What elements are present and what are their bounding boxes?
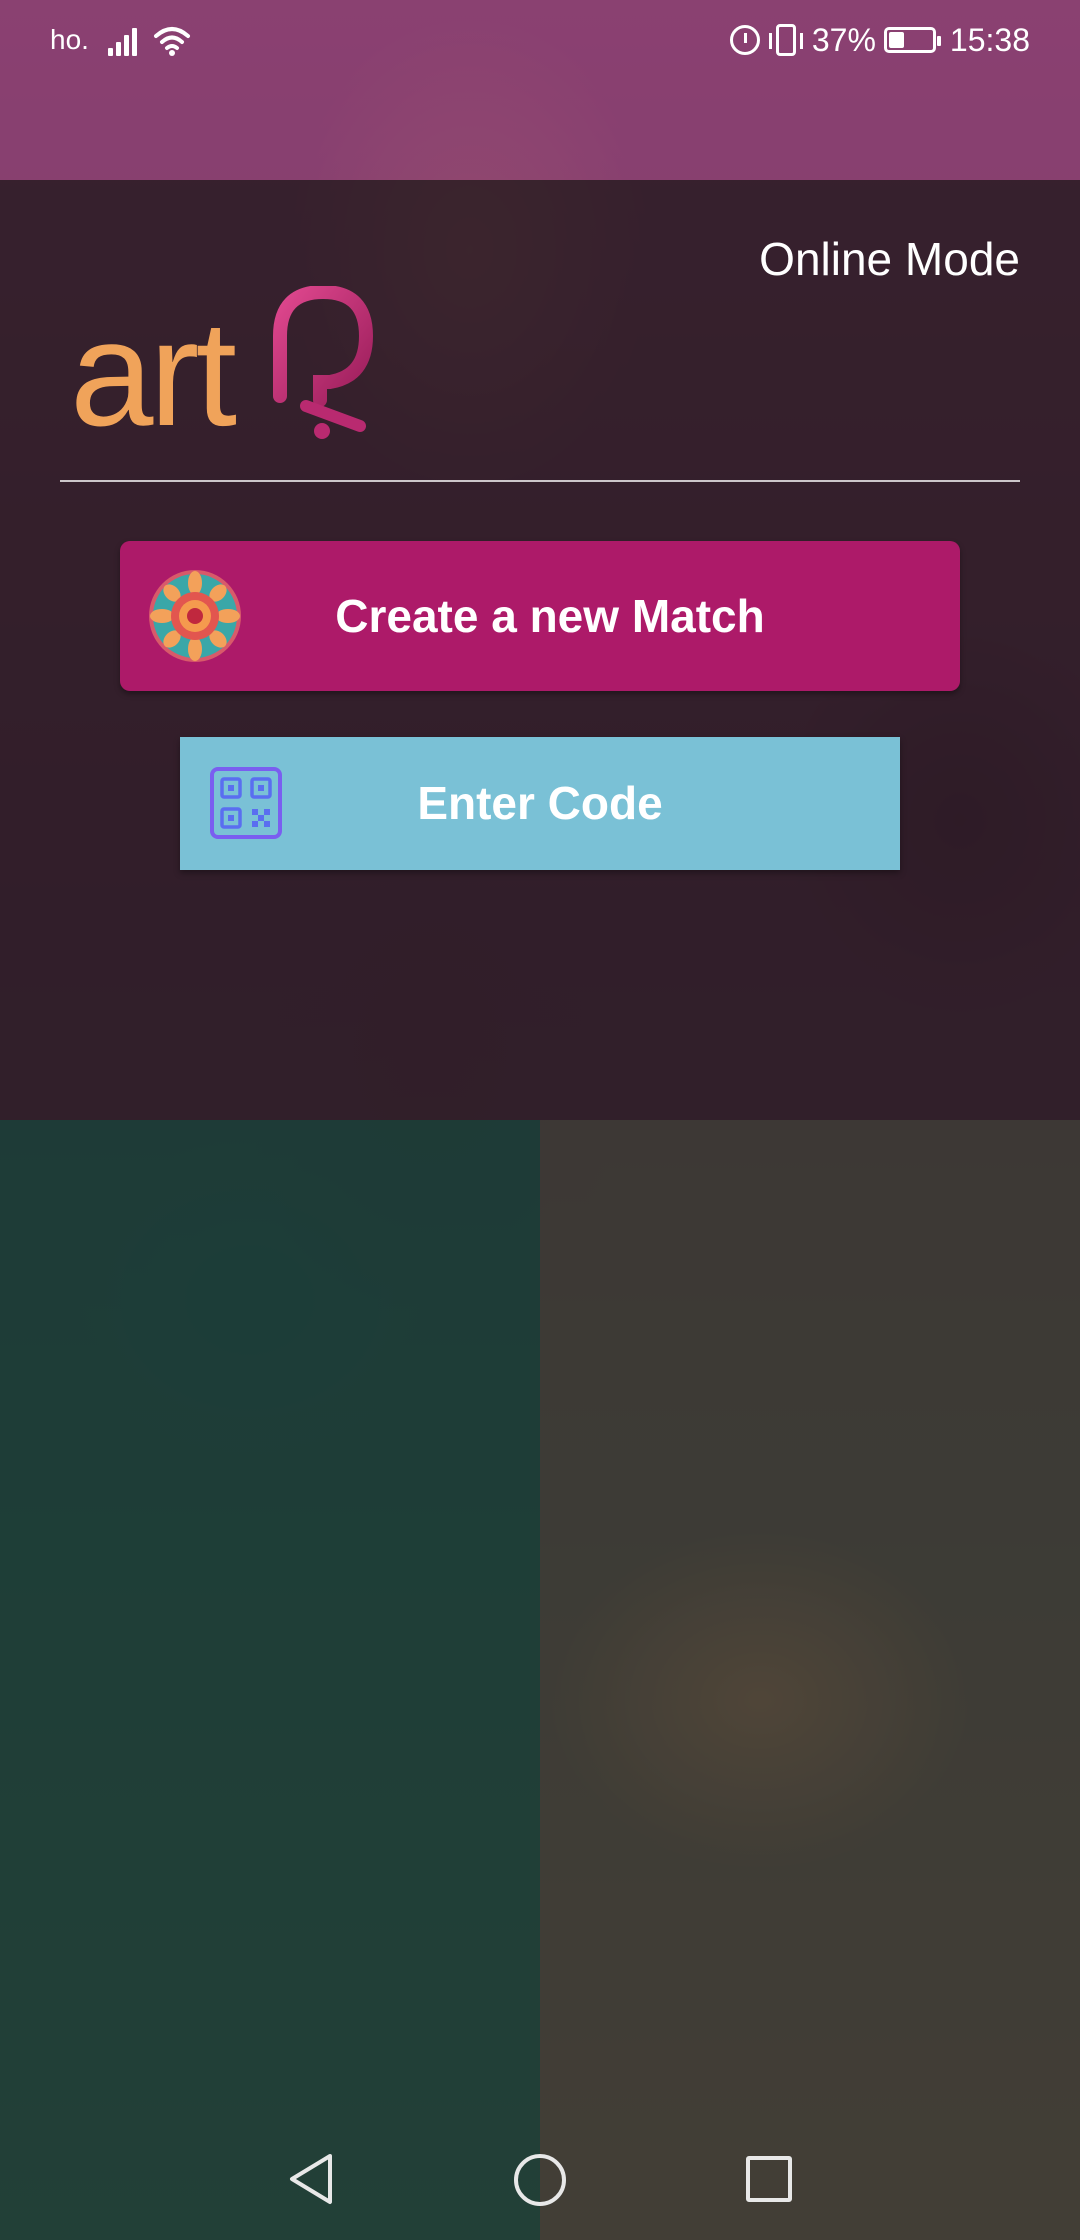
logo-text: art bbox=[70, 289, 237, 457]
enter-code-button[interactable]: Enter Code bbox=[180, 737, 900, 870]
clock: 15:38 bbox=[949, 21, 1030, 58]
battery-fill bbox=[888, 32, 905, 48]
online-mode-label[interactable]: Online Mode bbox=[759, 232, 1020, 286]
status-bar: ho. 37% 15:38 bbox=[0, 0, 1080, 80]
back-icon[interactable] bbox=[286, 2152, 336, 2206]
alarm-icon bbox=[729, 25, 760, 55]
right-tint-panel bbox=[540, 1120, 1080, 2240]
status-right: 37% 15:38 bbox=[729, 20, 1030, 60]
battery-percent: 37% bbox=[811, 21, 876, 58]
carrier-label: ho. bbox=[50, 24, 89, 55]
app-logo: art bbox=[70, 280, 410, 460]
logo-q-mark-icon bbox=[273, 286, 374, 439]
vibrate-icon bbox=[768, 24, 803, 56]
create-match-button[interactable]: Create a new Match bbox=[120, 541, 960, 691]
left-tint-panel bbox=[0, 1120, 540, 2240]
battery-icon bbox=[883, 27, 941, 53]
wifi-icon bbox=[154, 27, 190, 56]
header-divider bbox=[60, 480, 1020, 482]
enter-code-label: Enter Code bbox=[417, 777, 663, 829]
recent-apps-icon[interactable] bbox=[746, 2156, 792, 2202]
create-match-label: Create a new Match bbox=[335, 590, 765, 642]
signal-icon bbox=[108, 24, 142, 56]
home-icon[interactable] bbox=[514, 2154, 566, 2206]
